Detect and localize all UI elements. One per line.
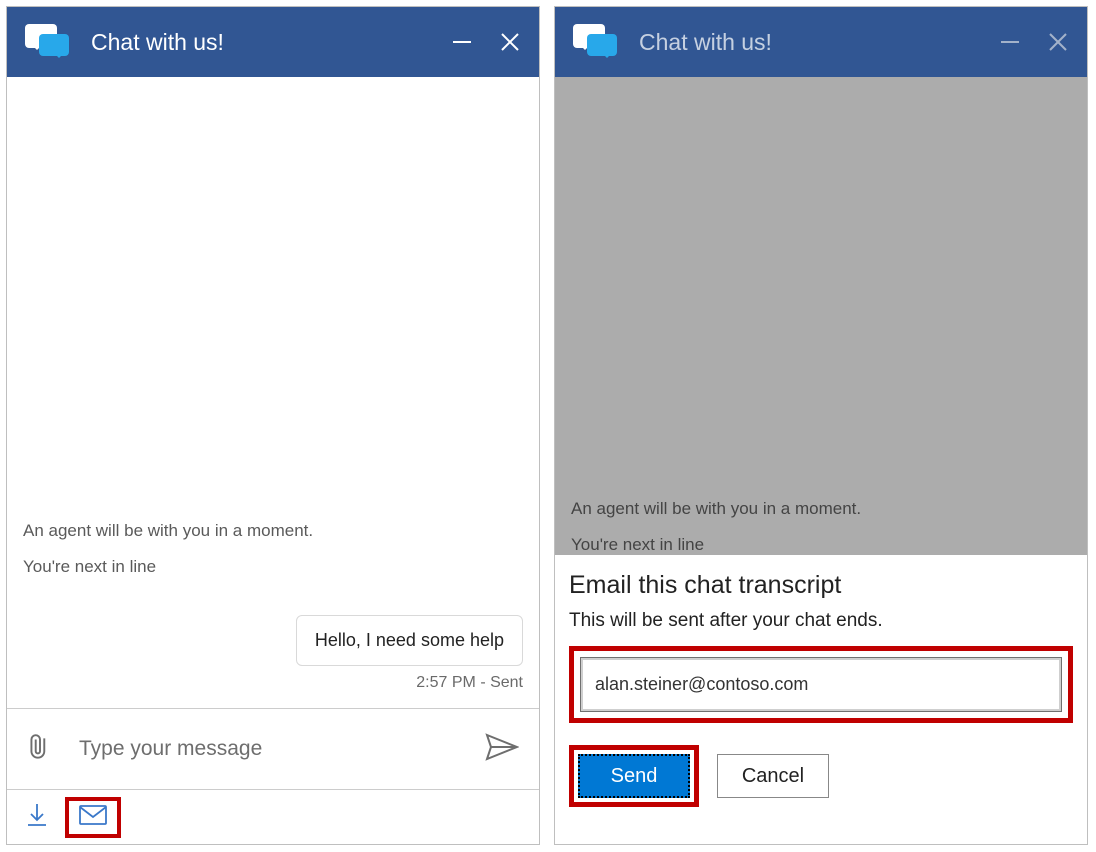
message-meta: 2:57 PM - Sent [23,674,523,692]
email-panel-subtitle: This will be sent after your chat ends. [569,610,1073,632]
minimize-button[interactable] [999,31,1021,53]
attachment-icon[interactable] [27,732,53,767]
chat-bubbles-icon [25,22,69,62]
email-panel-title: Email this chat transcript [569,571,1073,600]
chat-body-dimmed: An agent will be with you in a moment. Y… [555,77,1087,555]
chat-title: Chat with us! [91,29,451,56]
chat-body: An agent will be with you in a moment. Y… [7,77,539,844]
close-button[interactable] [499,31,521,53]
status-agent-moment: An agent will be with you in a moment. [23,521,523,541]
email-input[interactable]: alan.steiner@contoso.com [580,657,1062,712]
email-input-highlight: alan.steiner@contoso.com [569,646,1073,723]
email-transcript-highlight [65,797,121,838]
chat-window-right: Chat with us! An agent will be with you … [554,6,1088,845]
status-next-in-line: You're next in line [23,557,523,577]
chat-header: Chat with us! [555,7,1087,77]
send-button[interactable]: Send [578,754,690,798]
chat-bubbles-icon [573,22,617,62]
email-transcript-icon[interactable] [79,805,107,830]
cancel-button[interactable]: Cancel [717,754,829,798]
user-message-bubble: Hello, I need some help [296,615,523,666]
close-button[interactable] [1047,31,1069,53]
download-transcript-icon[interactable] [27,803,47,832]
status-next-in-line: You're next in line [571,535,1071,555]
send-icon[interactable] [485,733,519,766]
chat-title: Chat with us! [639,29,999,56]
status-agent-moment: An agent will be with you in a moment. [571,499,1071,519]
send-button-highlight: Send [569,745,699,807]
minimize-button[interactable] [451,31,473,53]
email-transcript-panel: Email this chat transcript This will be … [555,555,1087,844]
chat-header: Chat with us! [7,7,539,77]
chat-window-left: Chat with us! An agent will be with you … [6,6,540,845]
message-input[interactable] [77,736,471,762]
